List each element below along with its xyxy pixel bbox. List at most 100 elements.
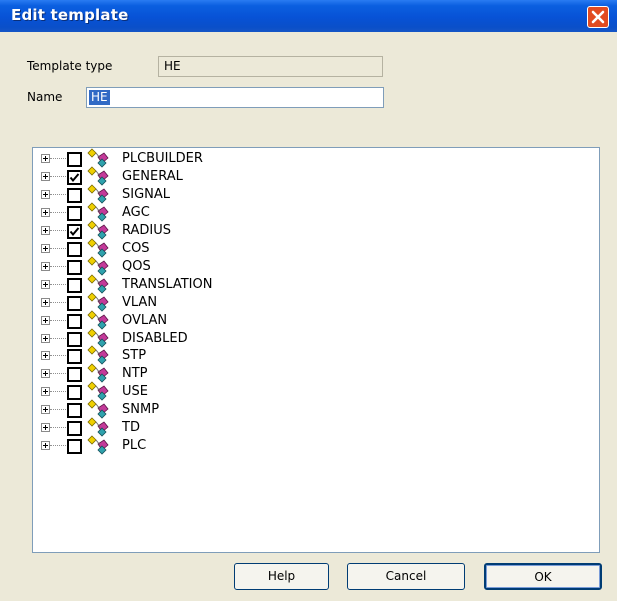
expand-icon[interactable] (41, 333, 50, 343)
item-checkbox[interactable] (67, 259, 82, 275)
tree-connector (50, 319, 68, 321)
tree-item[interactable]: TRANSLATION (33, 274, 333, 294)
item-checkbox[interactable] (67, 403, 82, 419)
close-icon (591, 10, 605, 24)
tree-item-label: RADIUS (122, 222, 172, 238)
tree-item[interactable]: STP (33, 345, 333, 366)
edit-template-dialog: Edit template Template type HE Name HE P… (0, 0, 617, 601)
tree-connector (50, 445, 68, 447)
expand-icon[interactable] (41, 207, 50, 217)
tree-item[interactable]: PLCBUILDER (33, 148, 333, 168)
tree-item-label: SIGNAL (122, 186, 171, 202)
tree-item-label: OVLAN (122, 312, 168, 328)
tree-item-label: PLC (122, 438, 147, 454)
item-checkbox[interactable] (67, 187, 82, 203)
expand-icon[interactable] (41, 297, 50, 307)
cancel-button[interactable]: Cancel (347, 563, 465, 590)
template-type-field: HE (158, 56, 383, 77)
tree-item[interactable]: GENERAL (33, 166, 333, 186)
item-checkbox[interactable] (67, 439, 82, 455)
tree-connector (50, 265, 68, 267)
tree-item[interactable]: QOS (33, 256, 333, 276)
expand-icon[interactable] (41, 423, 50, 433)
expand-icon[interactable] (41, 441, 50, 451)
tree-item-label: USE (122, 384, 148, 400)
tree-item-label: SNMP (122, 402, 160, 418)
template-node-icon (84, 435, 120, 459)
tree-connector (50, 391, 68, 393)
name-field[interactable]: HE (86, 87, 384, 108)
tree-item[interactable]: USE (33, 381, 333, 401)
tree-connector (50, 283, 68, 285)
tree-connector (50, 158, 68, 159)
name-label: Name (27, 90, 63, 104)
tree-item-label: QOS (122, 258, 151, 274)
tree-item[interactable]: OVLAN (33, 309, 333, 330)
item-checkbox[interactable] (67, 313, 82, 329)
expand-icon[interactable] (41, 315, 50, 325)
help-button[interactable]: Help (234, 563, 329, 590)
tree-connector (50, 247, 68, 249)
tree-item-label: VLAN (122, 294, 158, 310)
item-checkbox[interactable] (67, 421, 82, 437)
item-checkbox[interactable] (67, 152, 82, 167)
expand-icon[interactable] (41, 225, 50, 235)
tree-item[interactable]: NTP (33, 363, 333, 383)
item-checkbox[interactable] (67, 349, 82, 365)
expand-icon[interactable] (41, 154, 50, 163)
item-checkbox[interactable] (67, 241, 82, 257)
tree-item-label: DISABLED (122, 330, 188, 346)
template-tree[interactable]: PLCBUILDER GENERAL SIGNAL AGC RADIUS COS QOS TR… (32, 147, 600, 553)
item-checkbox[interactable] (67, 367, 82, 383)
expand-icon[interactable] (41, 351, 50, 361)
ok-button[interactable]: OK (484, 563, 602, 590)
tree-item[interactable]: SIGNAL (33, 184, 333, 204)
tree-connector (50, 211, 68, 213)
tree-connector (50, 337, 68, 339)
checkmark-icon (69, 173, 80, 182)
item-checkbox[interactable] (67, 331, 82, 347)
tree-item[interactable]: VLAN (33, 292, 333, 312)
item-checkbox[interactable] (67, 169, 82, 185)
tree-item[interactable]: DISABLED (33, 327, 333, 348)
expand-icon[interactable] (41, 405, 50, 415)
tree-item-label: GENERAL (122, 168, 183, 184)
tree-item[interactable]: TD (33, 417, 333, 437)
tree-item[interactable]: SNMP (33, 399, 333, 419)
tree-item[interactable]: PLC (33, 435, 333, 455)
name-value-selected: HE (89, 90, 110, 105)
expand-icon[interactable] (41, 261, 50, 271)
item-checkbox[interactable] (67, 277, 82, 293)
close-button[interactable] (587, 6, 609, 28)
template-type-label: Template type (27, 59, 113, 73)
item-checkbox[interactable] (67, 223, 82, 239)
item-checkbox[interactable] (67, 205, 82, 221)
checkmark-icon (69, 227, 80, 236)
title-bar[interactable]: Edit template (0, 0, 617, 32)
expand-icon[interactable] (41, 369, 50, 379)
item-checkbox[interactable] (67, 295, 82, 311)
tree-item[interactable]: RADIUS (33, 220, 333, 240)
tree-item[interactable]: COS (33, 238, 333, 258)
item-checkbox[interactable] (67, 385, 82, 401)
tree-connector (50, 175, 68, 177)
tree-item-label: NTP (122, 366, 148, 382)
tree-item-label: STP (122, 348, 147, 364)
tree-item[interactable]: AGC (33, 202, 333, 222)
tree-connector (50, 409, 68, 411)
expand-icon[interactable] (41, 279, 50, 289)
tree-connector (50, 355, 68, 357)
window-title: Edit template (11, 6, 129, 24)
tree-item-label: TRANSLATION (122, 276, 213, 292)
expand-icon[interactable] (41, 189, 50, 199)
tree-connector (50, 301, 68, 303)
expand-icon[interactable] (41, 243, 50, 253)
tree-item-label: AGC (122, 204, 150, 220)
expand-icon[interactable] (41, 171, 50, 181)
expand-icon[interactable] (41, 387, 50, 397)
tree-connector (50, 427, 68, 429)
tree-item-label: PLCBUILDER (122, 151, 203, 166)
tree-connector (50, 373, 68, 375)
tree-item-label: TD (122, 420, 140, 436)
tree-connector (50, 229, 68, 231)
